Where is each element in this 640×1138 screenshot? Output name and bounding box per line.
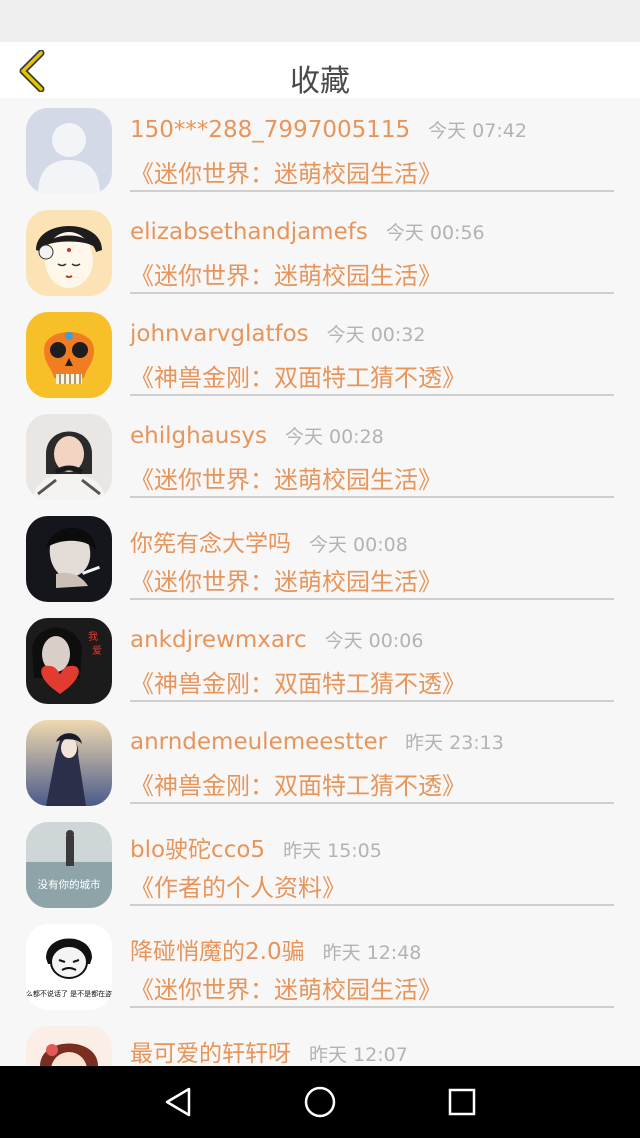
girl-photo-avatar [26,414,112,500]
timestamp: 昨天 12:48 [322,942,422,964]
back-nav-icon [165,1087,191,1117]
timestamp: 今天 07:42 [428,120,527,142]
book-title[interactable]: 《迷你世界：迷萌校园生活》 [130,562,442,597]
back-nav-button[interactable] [148,1080,208,1124]
anime-girl-avatar [26,720,112,806]
user-name[interactable]: anrndemeulemeestter [130,729,387,755]
divider [130,1006,614,1008]
user-name[interactable]: elizabsethandjamefs [130,219,368,245]
book-title[interactable]: 《迷你世界：迷萌校园生活》 [130,154,442,189]
divider [130,700,614,702]
favorites-list[interactable]: 150***288_7997005115 今天 07:42 《迷你世界：迷萌校园生… [0,98,640,1066]
page-title: 收藏 [290,64,350,99]
default-avatar [26,108,112,194]
book-title[interactable]: 《迷你世界：迷萌校园生活》 [130,460,442,495]
divider [130,598,614,600]
book-title[interactable]: 《作者的个人资料》 [130,868,346,903]
header-bar: 收藏 [0,42,640,99]
divider [130,394,614,396]
user-name[interactable]: 降碰悄魔的2.0骗 [130,939,305,965]
svg-text:我: 我 [88,631,98,643]
list-item[interactable]: anrndemeulemeestter 昨天 23:13 《神兽金刚：双面特工猜不… [0,710,640,812]
user-name[interactable]: 你筅有念大学吗 [130,531,291,557]
city-photo-avatar: 没有你的城市 [26,822,112,908]
dark-photo-avatar [26,516,112,602]
list-item[interactable]: 我 爱 ankdjrewmxarc 今天 00:06 《神兽金刚：双面特工猜不透》 [0,608,640,710]
status-bar [0,0,640,42]
system-navigation-bar [0,1066,640,1138]
divider [130,292,614,294]
book-title[interactable]: 《神兽金刚：双面特工猜不透》 [130,664,466,699]
timestamp: 昨天 23:13 [405,732,504,754]
avatar-caption: 怎么都不说话了 是不是都在盗梦 [26,989,112,998]
home-nav-button[interactable] [290,1080,350,1124]
book-title[interactable]: 《神兽金刚：双面特工猜不透》 [130,766,466,801]
user-name[interactable]: 150***288_7997005115 [130,117,410,143]
list-item[interactable]: 最可爱的轩轩呀 昨天 12:07 [0,1016,640,1066]
divider [130,190,614,192]
timestamp: 今天 00:06 [324,630,424,652]
meme-avatar: 怎么都不说话了 是不是都在盗梦 [26,924,112,1010]
timestamp: 昨天 12:07 [309,1044,408,1066]
user-name[interactable]: blo驶砣cco5 [130,837,265,863]
cartoon-avatar [26,1026,112,1066]
home-nav-icon [304,1086,336,1118]
book-title[interactable]: 《迷你世界：迷萌校园生活》 [130,256,442,291]
skull-avatar [26,312,112,398]
timestamp: 昨天 15:05 [283,840,382,862]
recents-nav-icon [448,1088,476,1116]
divider [130,904,614,906]
user-name[interactable]: johnvarvglatfos [130,321,309,347]
book-title[interactable]: 《神兽金刚：双面特工猜不透》 [130,358,466,393]
timestamp: 今天 00:08 [309,534,408,556]
list-item[interactable]: 怎么都不说话了 是不是都在盗梦 降碰悄魔的2.0骗昨天 12:48 《迷你世界：… [0,914,640,1016]
recents-nav-button[interactable] [432,1080,492,1124]
list-item[interactable]: 你筅有念大学吗 今天 00:08 《迷你世界：迷萌校园生活》 [0,506,640,608]
user-name[interactable]: ankdjrewmxarc [130,627,307,653]
timestamp: 今天 00:28 [284,426,384,448]
list-item[interactable]: johnvarvglatfos 今天 00:32 《神兽金刚：双面特工猜不透》 [0,302,640,404]
geisha-avatar [26,210,112,296]
svg-text:爱: 爱 [92,644,102,657]
user-name[interactable]: 最可爱的轩轩呀 [130,1041,291,1066]
avatar-caption: 没有你的城市 [38,878,101,891]
list-item[interactable]: ehilghausys 今天 00:28 《迷你世界：迷萌校园生活》 [0,404,640,506]
heart-photo-avatar: 我 爱 [26,618,112,704]
divider [130,496,614,498]
list-item[interactable]: 150***288_7997005115 今天 07:42 《迷你世界：迷萌校园生… [0,98,640,200]
list-item[interactable]: 没有你的城市 blo驶砣cco5 昨天 15:05 《作者的个人资料》 [0,812,640,914]
divider [130,802,614,804]
book-title[interactable]: 《迷你世界：迷萌校园生活》 [130,970,442,1005]
user-name[interactable]: ehilghausys [130,423,267,449]
timestamp: 今天 00:32 [326,324,426,346]
list-item[interactable]: elizabsethandjamefs 今天 00:56 《迷你世界：迷萌校园生活… [0,200,640,302]
timestamp: 今天 00:56 [385,222,485,244]
